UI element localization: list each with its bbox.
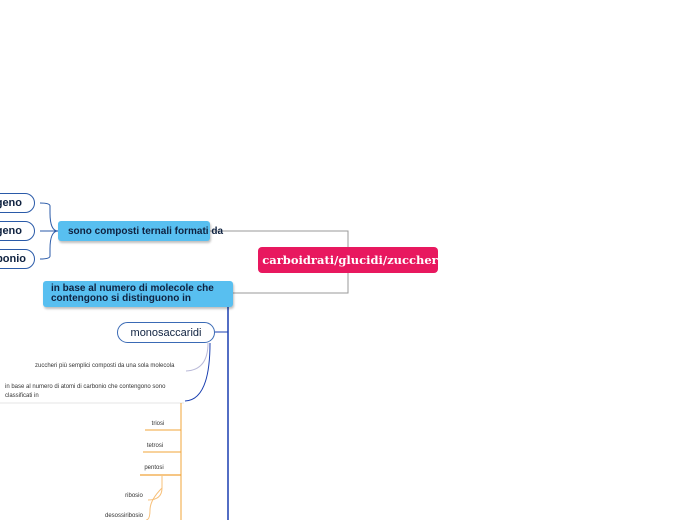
connector-composti-child1 bbox=[39, 202, 59, 232]
branch-composti-label: sono composti ternali formati da bbox=[68, 225, 224, 237]
subtopic-element-3[interactable]: bonio bbox=[0, 249, 35, 269]
note-classificazione-carbonio[interactable]: in base al numero di atomi di carbonio c… bbox=[5, 383, 190, 401]
leaf-tetrosi[interactable]: tetrosi bbox=[143, 443, 167, 449]
leaf-triosi[interactable]: triosi bbox=[148, 421, 168, 427]
note-zuccheri-semplici[interactable]: zuccheri più semplici composti da una so… bbox=[35, 363, 174, 369]
subtopic-element-2-label: geno bbox=[0, 225, 22, 237]
connector-composti-child3 bbox=[39, 230, 59, 260]
subtopic-element-1[interactable]: geno bbox=[0, 193, 35, 213]
branch-classificazione[interactable]: in base al numero di molecole che conten… bbox=[43, 281, 233, 307]
connector-mono-note1 bbox=[185, 342, 209, 372]
leaf-pentosi[interactable]: pentosi bbox=[141, 465, 167, 471]
branch-classificazione-line2: contengono si distinguono in bbox=[51, 293, 191, 304]
subtopic-monosaccaridi-label: monosaccaridi bbox=[130, 326, 202, 339]
mind-map-canvas: i carboidrati/glucidi/zuccheri sono comp… bbox=[0, 0, 696, 520]
branch-composti[interactable]: sono composti ternali formati da bbox=[58, 221, 223, 241]
leaf-desossiribosio[interactable]: desossiribosio bbox=[103, 513, 145, 519]
subtopic-monosaccaridi[interactable]: monosaccaridi bbox=[117, 322, 215, 343]
root-topic[interactable]: i carboidrati/glucidi/zuccheri bbox=[254, 247, 442, 273]
subtopic-element-3-label: bonio bbox=[0, 253, 26, 265]
subtopic-element-1-label: geno bbox=[0, 197, 22, 209]
leaf-ribosio[interactable]: ribosio bbox=[122, 493, 146, 499]
connector-desossiribosio bbox=[145, 487, 163, 520]
subtopic-element-2[interactable]: geno bbox=[0, 221, 35, 241]
